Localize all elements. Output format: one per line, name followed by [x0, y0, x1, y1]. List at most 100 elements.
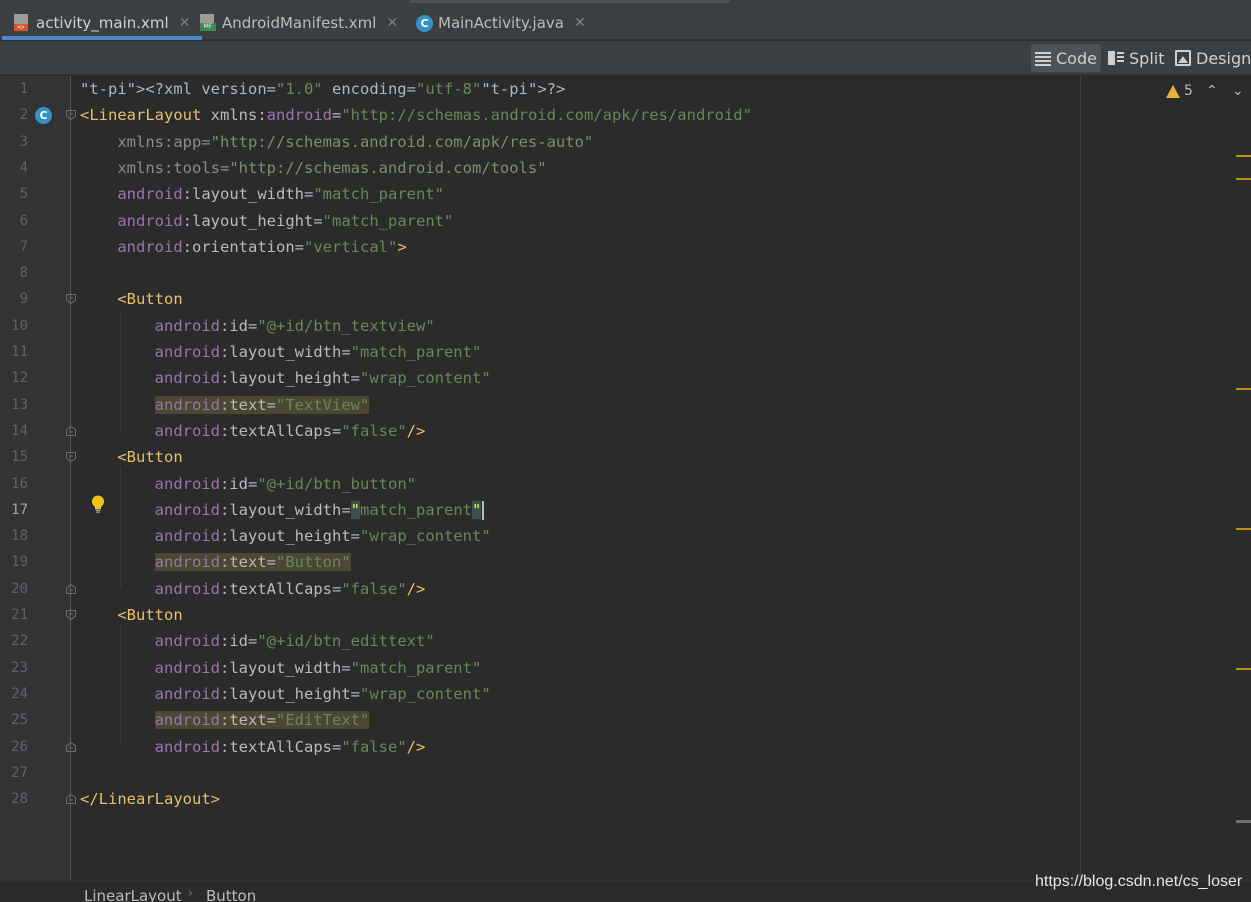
code-text[interactable]: android:text="Button" — [80, 549, 351, 575]
code-line[interactable]: 14 android:textAllCaps="false"/> — [0, 418, 1251, 444]
warning-stripe-mark[interactable] — [1236, 155, 1251, 157]
code-text[interactable]: android:orientation="vertical"> — [80, 234, 406, 260]
line-number[interactable]: 18 — [0, 523, 28, 549]
line-number[interactable]: 23 — [0, 655, 28, 681]
line-number[interactable]: 22 — [0, 628, 28, 654]
code-text[interactable]: "t-pi"><?xml version="1.0" encoding="utf… — [80, 76, 565, 102]
line-number[interactable]: 27 — [0, 760, 28, 786]
code-text[interactable]: android:layout_height="wrap_content" — [80, 365, 491, 391]
code-text[interactable]: android:text="TextView" — [80, 392, 370, 418]
code-line[interactable]: 19 android:text="Button" — [0, 549, 1251, 575]
warning-stripe-mark[interactable] — [1236, 528, 1251, 530]
code-text[interactable]: <Button — [80, 444, 182, 470]
inspection-widget[interactable]: 5 — [1166, 83, 1193, 99]
close-icon[interactable]: ✕ — [179, 15, 191, 31]
line-number[interactable]: 8 — [0, 260, 28, 286]
code-line[interactable]: 1 "t-pi"><?xml version="1.0" encoding="ut… — [0, 76, 1251, 102]
code-text[interactable]: android:textAllCaps="false"/> — [80, 418, 426, 444]
code-line[interactable]: 25 android:text="EditText" — [0, 707, 1251, 733]
line-number[interactable]: 28 — [0, 786, 28, 812]
code-text[interactable]: android:textAllCaps="false"/> — [80, 734, 426, 760]
line-number[interactable]: 26 — [0, 734, 28, 760]
code-line[interactable]: 2 <LinearLayout xmlns:android="http://sch… — [0, 102, 1251, 128]
breadcrumb-item[interactable]: Button — [206, 887, 256, 902]
code-line[interactable]: 9 <Button — [0, 286, 1251, 312]
line-number[interactable]: 4 — [0, 155, 28, 181]
fold-close-icon[interactable] — [66, 794, 76, 805]
line-number[interactable]: 6 — [0, 208, 28, 234]
class-marker-icon[interactable]: C — [35, 107, 52, 124]
fold-close-icon[interactable] — [66, 583, 76, 594]
code-text[interactable]: android:text="EditText" — [80, 707, 370, 733]
code-line[interactable]: 18 android:layout_height="wrap_content" — [0, 523, 1251, 549]
code-line[interactable]: 26 android:textAllCaps="false"/> — [0, 734, 1251, 760]
warning-stripe-mark[interactable] — [1236, 178, 1251, 180]
code-text[interactable]: android:id="@+id/btn_textview" — [80, 313, 435, 339]
code-text[interactable]: android:textAllCaps="false"/> — [80, 576, 426, 602]
code-line[interactable]: 22 android:id="@+id/btn_edittext" — [0, 628, 1251, 654]
design-view-button[interactable]: Design — [1171, 44, 1251, 72]
line-number[interactable]: 21 — [0, 602, 28, 628]
code-line[interactable]: 21 <Button — [0, 602, 1251, 628]
code-line[interactable]: 8 — [0, 260, 1251, 286]
split-view-button[interactable]: Split — [1104, 44, 1168, 72]
code-line[interactable]: 23 android:layout_width="match_parent" — [0, 655, 1251, 681]
code-text[interactable]: android:layout_width="match_parent" — [80, 339, 482, 365]
scrollbar-position-mark[interactable] — [1236, 820, 1251, 823]
warning-stripe-mark[interactable] — [1236, 668, 1251, 670]
code-text[interactable]: xmlns:app="http://schemas.android.com/ap… — [80, 129, 593, 155]
code-line[interactable]: 3 xmlns:app="http://schemas.android.com/… — [0, 129, 1251, 155]
line-number[interactable]: 10 — [0, 313, 28, 339]
code-text[interactable]: android:layout_width="match_parent" — [80, 181, 444, 207]
previous-highlight-icon[interactable]: ⌃ — [1206, 83, 1218, 99]
line-number[interactable]: 11 — [0, 339, 28, 365]
line-number[interactable]: 20 — [0, 576, 28, 602]
line-number[interactable]: 25 — [0, 707, 28, 733]
tab-android-manifest[interactable]: AndroidManifest.xml ✕ — [200, 5, 398, 40]
line-number[interactable]: 1 — [0, 76, 28, 102]
code-text[interactable]: <Button — [80, 286, 182, 312]
line-number[interactable]: 13 — [0, 392, 28, 418]
code-line[interactable]: 16 android:id="@+id/btn_button" — [0, 471, 1251, 497]
line-number[interactable]: 19 — [0, 549, 28, 575]
breadcrumb-item[interactable]: LinearLayout — [84, 887, 182, 902]
line-number[interactable]: 5 — [0, 181, 28, 207]
next-highlight-icon[interactable]: ⌄ — [1232, 83, 1244, 99]
tab-main-activity[interactable]: C MainActivity.java ✕ — [416, 5, 586, 40]
code-line[interactable]: 7 android:orientation="vertical"> — [0, 234, 1251, 260]
line-number[interactable]: 9 — [0, 286, 28, 312]
close-icon[interactable]: ✕ — [574, 15, 586, 31]
line-number[interactable]: 7 — [0, 234, 28, 260]
code-text[interactable]: xmlns:tools="http://schemas.android.com/… — [80, 155, 546, 181]
warning-stripe-mark[interactable] — [1236, 388, 1251, 390]
code-line[interactable]: 13 android:text="TextView" — [0, 392, 1251, 418]
code-line[interactable]: 15 <Button — [0, 444, 1251, 470]
line-number[interactable]: 24 — [0, 681, 28, 707]
fold-open-icon[interactable] — [66, 294, 76, 305]
fold-close-icon[interactable] — [66, 425, 76, 436]
code-text[interactable]: </LinearLayout> — [80, 786, 220, 812]
code-text[interactable]: <LinearLayout xmlns:android="http://sche… — [80, 102, 752, 128]
fold-close-icon[interactable] — [66, 741, 76, 752]
code-text[interactable]: <Button — [80, 602, 182, 628]
fold-open-icon[interactable] — [66, 610, 76, 620]
code-line[interactable]: 20 android:textAllCaps="false"/> — [0, 576, 1251, 602]
code-text[interactable]: android:layout_height="wrap_content" — [80, 523, 491, 549]
code-line[interactable]: 5 android:layout_width="match_parent" — [0, 181, 1251, 207]
line-number[interactable]: 12 — [0, 365, 28, 391]
line-number[interactable]: 17 — [0, 497, 28, 523]
code-text[interactable]: android:layout_width="match_parent" — [80, 655, 482, 681]
fold-open-icon[interactable] — [66, 452, 76, 463]
code-text[interactable]: android:id="@+id/btn_edittext" — [80, 628, 435, 654]
line-number[interactable]: 14 — [0, 418, 28, 444]
code-line[interactable]: 27 — [0, 760, 1251, 786]
code-line[interactable]: 12 android:layout_height="wrap_content" — [0, 365, 1251, 391]
code-text[interactable]: android:id="@+id/btn_button" — [80, 471, 416, 497]
code-line[interactable]: 11 android:layout_width="match_parent" — [0, 339, 1251, 365]
code-line[interactable]: 28 </LinearLayout> — [0, 786, 1251, 812]
code-text[interactable]: android:layout_height="match_parent" — [80, 208, 453, 234]
lightbulb-icon[interactable] — [91, 495, 105, 513]
code-line[interactable]: 17 android:layout_width="match_parent" — [0, 497, 1251, 523]
close-icon[interactable]: ✕ — [386, 15, 398, 31]
tab-activity-main[interactable]: activity_main.xml ✕ — [1, 5, 203, 40]
